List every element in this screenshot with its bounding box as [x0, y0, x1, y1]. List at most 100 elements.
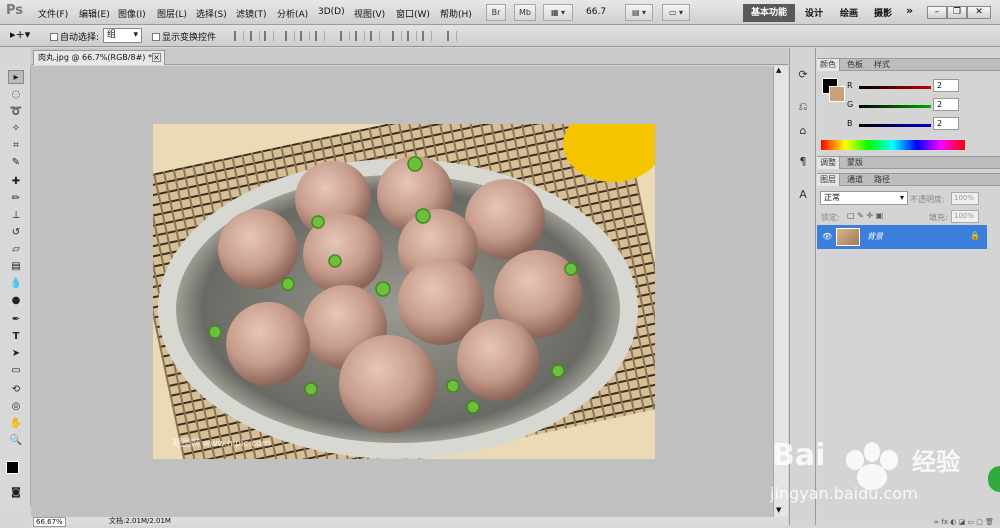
layers-panel-tabs: 图层 通道 路径 [817, 173, 1000, 186]
move-tool-preset-icon[interactable]: ▸+▾ [10, 28, 30, 41]
align-top-icon[interactable] [234, 31, 244, 41]
arrange-documents-button[interactable]: ▤ ▾ [625, 4, 653, 21]
mini-bridge-button[interactable]: Mb [514, 4, 536, 21]
menu-view[interactable]: 视图(V) [354, 7, 385, 20]
align-hcenter-icon[interactable] [300, 31, 310, 41]
tab-paths[interactable]: 路径 [871, 174, 893, 186]
menu-3d[interactable]: 3D(D) [318, 7, 345, 17]
actions-panel-icon[interactable]: ⎌ [796, 100, 810, 114]
crop-tool-icon[interactable]: ⌗ [8, 139, 24, 153]
type-tool-icon[interactable]: T [8, 330, 24, 344]
tab-adjustments[interactable]: 调整 [817, 157, 840, 169]
menu-edit[interactable]: 编辑(E) [79, 7, 110, 20]
distribute-top-icon[interactable] [340, 31, 350, 41]
align-right-icon[interactable] [315, 31, 325, 41]
distribute-bottom-icon[interactable] [370, 31, 380, 41]
tab-color[interactable]: 颜色 [817, 59, 840, 71]
3d-orbit-icon[interactable]: ◎ [8, 400, 24, 414]
paragraph-panel-icon[interactable]: ¶ [796, 155, 810, 169]
minimize-icon[interactable]: – [927, 6, 947, 19]
scroll-up-icon[interactable]: ▲ [776, 66, 781, 74]
workspace-more-button[interactable]: » [906, 4, 913, 17]
quick-select-tool-icon[interactable]: ✧ [8, 122, 24, 136]
menu-window[interactable]: 窗口(W) [396, 7, 430, 20]
brush-tool-icon[interactable]: ✏ [8, 192, 24, 206]
tab-swatches[interactable]: 色板 [844, 59, 866, 71]
character-panel-icon[interactable]: A [796, 188, 810, 202]
opacity-input[interactable]: 100% [951, 192, 979, 205]
lock-label: 锁定: [821, 213, 840, 222]
zoom-level[interactable]: 66.7 [586, 7, 606, 17]
shape-tool-icon[interactable]: ▭ [8, 364, 24, 378]
menu-filter[interactable]: 滤镜(T) [236, 7, 267, 20]
menu-select[interactable]: 选择(S) [196, 7, 227, 20]
marquee-tool-icon[interactable]: ◌ [8, 88, 24, 102]
blend-mode-dropdown[interactable]: 正常 ▾ [820, 191, 908, 205]
pen-tool-icon[interactable]: ✒ [8, 313, 24, 327]
tab-channels[interactable]: 通道 [844, 174, 866, 186]
auto-align-icon[interactable] [447, 31, 457, 41]
lock-icons[interactable]: □ ✎ ✛ ▣ [847, 211, 883, 220]
eyedropper-tool-icon[interactable]: ✎ [8, 156, 24, 170]
3d-rotate-icon[interactable]: ⟲ [8, 383, 24, 397]
restore-icon[interactable]: ❐ [947, 6, 967, 19]
eye-icon[interactable]: 👁 [822, 232, 832, 241]
move-tool-icon[interactable]: ▸ [8, 70, 24, 84]
document-image-meatballs[interactable]: 昵图网 www.nipic.com ... [153, 124, 655, 459]
input-g[interactable]: 2 [933, 98, 959, 111]
input-r[interactable]: 2 [933, 79, 959, 92]
layer-background-row[interactable]: 👁 背景 🔒 [817, 225, 987, 249]
dodge-tool-icon[interactable]: ● [8, 294, 24, 308]
tools-panel: ▸ ◌ ➰ ✧ ⌗ ✎ ✚ ✏ ⊥ ↺ ▱ ▤ 💧 ● ✒ T ➤ ▭ ⟲ ◎ … [0, 66, 31, 506]
lasso-tool-icon[interactable]: ➰ [8, 105, 24, 119]
tab-masks[interactable]: 蒙版 [844, 157, 866, 169]
foreground-color-swatch[interactable] [6, 461, 19, 474]
fill-input[interactable]: 100% [951, 210, 979, 223]
tab-layers[interactable]: 图层 [817, 174, 840, 186]
screen-mode-button[interactable]: ▭ ▾ [662, 4, 690, 21]
document-tab[interactable]: 肉丸.jpg @ 66.7%(RGB/8#) * × [33, 50, 165, 65]
auto-select-checkbox[interactable]: 自动选择: [50, 30, 99, 43]
tool-presets-icon[interactable]: ⌂ [796, 124, 810, 138]
input-b[interactable]: 2 [933, 117, 959, 130]
menu-image[interactable]: 图像(I) [118, 7, 146, 20]
eraser-tool-icon[interactable]: ▱ [8, 243, 24, 257]
close-icon[interactable]: ✕ [967, 6, 991, 19]
quick-mask-icon[interactable]: ◙ [8, 486, 24, 500]
align-left-icon[interactable] [285, 31, 295, 41]
auto-select-dropdown[interactable]: 组 ▾ [103, 28, 142, 43]
healing-brush-icon[interactable]: ✚ [8, 175, 24, 189]
menu-file[interactable]: 文件(F) [38, 7, 68, 20]
close-document-icon[interactable]: × [152, 53, 161, 62]
hand-tool-icon[interactable]: ✋ [8, 417, 24, 431]
label-r: R [847, 81, 853, 90]
color-spectrum-bar[interactable] [821, 140, 965, 150]
bridge-button[interactable]: Br [486, 4, 506, 21]
history-panel-icon[interactable]: ⟳ [796, 68, 810, 82]
menu-help[interactable]: 帮助(H) [440, 7, 472, 20]
show-transform-checkbox[interactable]: 显示变换控件 [152, 30, 216, 43]
distribute-vcenter-icon[interactable] [355, 31, 365, 41]
workspace-painting[interactable]: 绘画 [840, 6, 858, 19]
color-background-swatch[interactable] [829, 86, 845, 102]
align-vcenter-icon[interactable] [250, 31, 260, 41]
gradient-tool-icon[interactable]: ▤ [8, 260, 24, 274]
workspace-essentials[interactable]: 基本功能 [743, 4, 795, 22]
align-bottom-icon[interactable] [264, 31, 274, 41]
distribute-right-icon[interactable] [422, 31, 432, 41]
zoom-tool-icon[interactable]: 🔍 [8, 434, 24, 448]
status-zoom[interactable]: 66.67% [33, 517, 66, 527]
menu-layer[interactable]: 图层(L) [157, 7, 187, 20]
tab-styles[interactable]: 样式 [871, 59, 893, 71]
blur-tool-icon[interactable]: 💧 [8, 277, 24, 291]
clone-stamp-icon[interactable]: ⊥ [8, 209, 24, 223]
view-extras-button[interactable]: ▦ ▾ [543, 4, 573, 21]
menu-analysis[interactable]: 分析(A) [277, 7, 308, 20]
distribute-hcenter-icon[interactable] [407, 31, 417, 41]
distribute-left-icon[interactable] [392, 31, 402, 41]
workspace-design[interactable]: 设计 [805, 6, 823, 19]
path-select-icon[interactable]: ➤ [8, 347, 24, 361]
history-brush-icon[interactable]: ↺ [8, 226, 24, 240]
layer-name[interactable]: 背景 [867, 231, 883, 242]
workspace-photography[interactable]: 摄影 [874, 6, 892, 19]
